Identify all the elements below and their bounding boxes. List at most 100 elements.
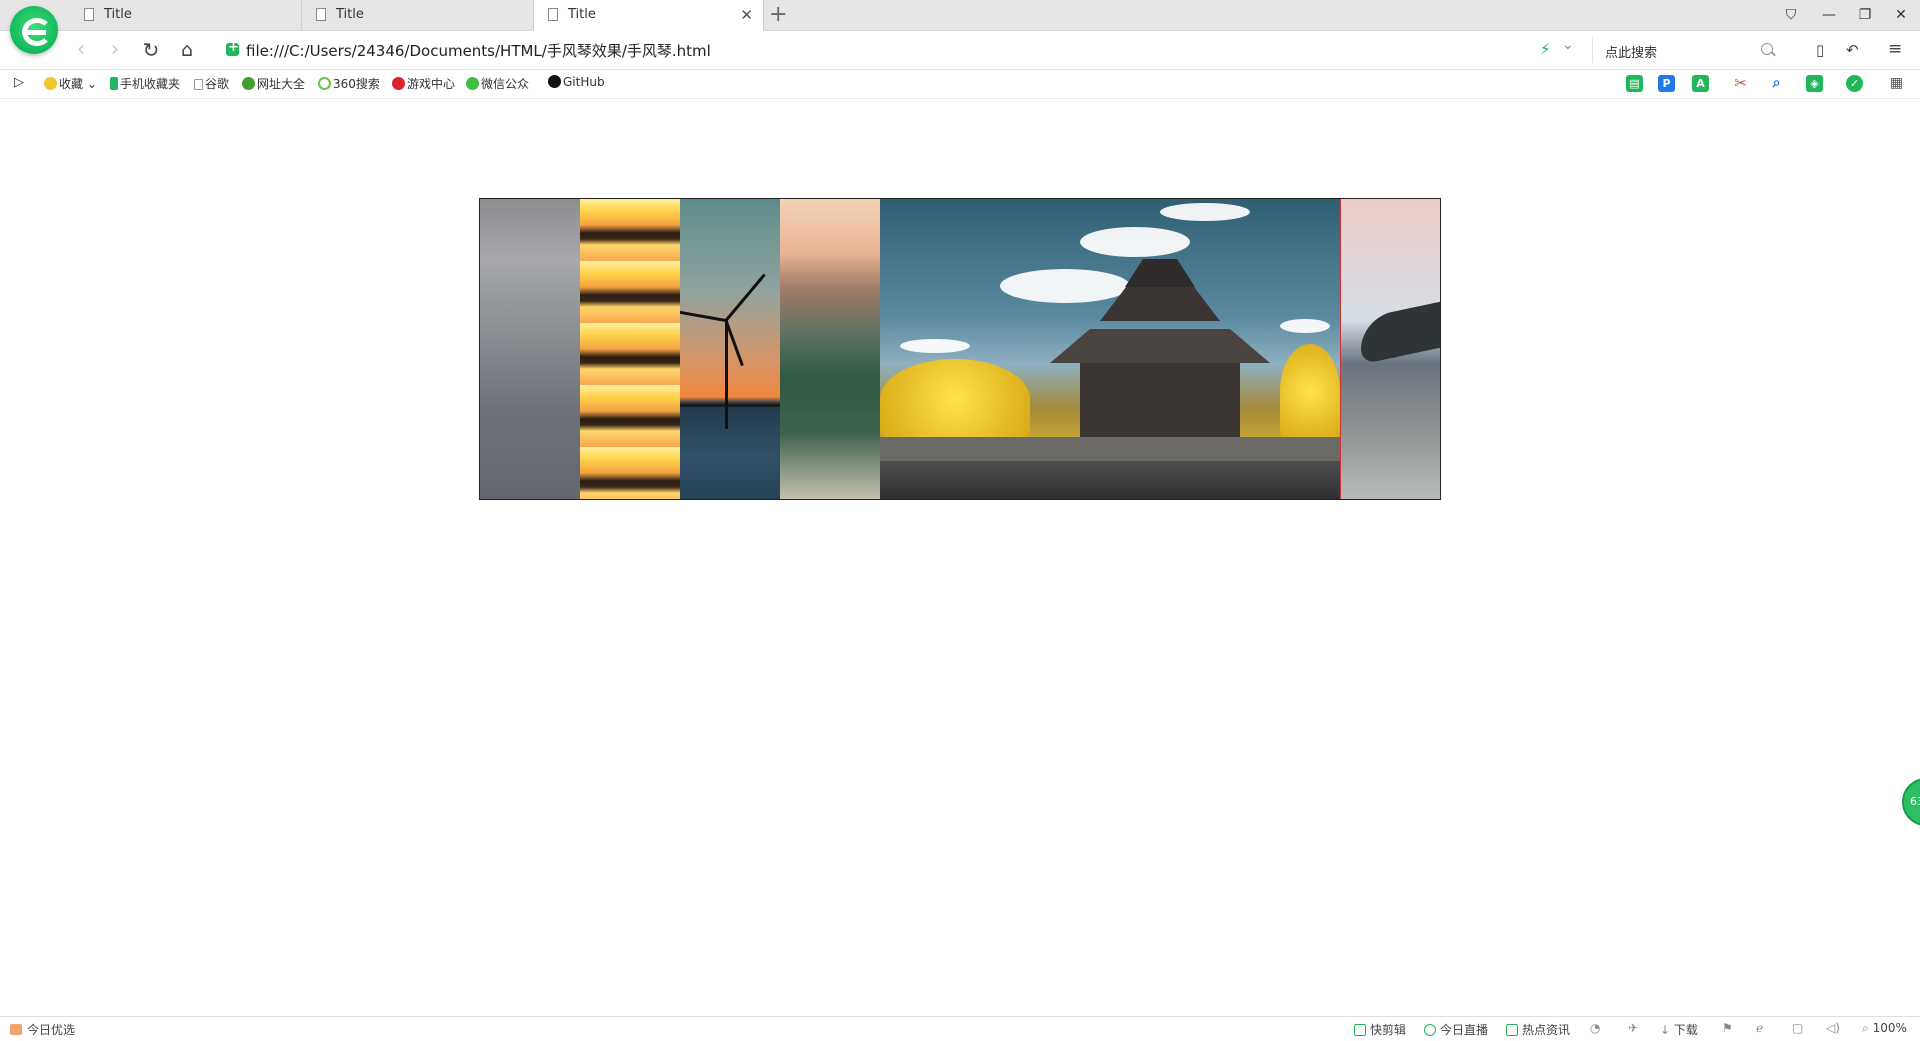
tab-title: Title (568, 7, 596, 22)
bookmark-label: 360搜索 (333, 77, 380, 91)
yellow-trees (1280, 344, 1340, 439)
daily-picks[interactable]: 今日优选 (10, 1021, 75, 1038)
badge-count: 63 (1910, 795, 1920, 808)
search-ring-icon (318, 77, 331, 90)
document-icon (316, 8, 326, 21)
skin-icon[interactable]: ⛉ (1776, 4, 1806, 26)
pin-icon[interactable]: ✈ (1628, 1021, 1638, 1035)
accordion-panel-mountain-forest[interactable] (780, 199, 880, 499)
minimize-button[interactable]: — (1814, 4, 1844, 26)
volume-icon[interactable]: ◁) (1826, 1021, 1840, 1035)
extensions-grid-icon[interactable]: ▦ (1888, 75, 1905, 92)
accordion-panel-wind-turbine[interactable] (680, 199, 780, 499)
turret-body (1080, 359, 1240, 439)
browser-logo-icon[interactable] (10, 6, 58, 54)
turret-roof (1050, 329, 1270, 363)
bookmark-favorites[interactable]: 收藏 ⌄ (44, 75, 97, 92)
chevron-down-icon[interactable]: ⌄ (1562, 37, 1574, 53)
news-icon (1506, 1024, 1518, 1036)
secure-page-icon (226, 40, 239, 56)
yellow-trees (880, 359, 1030, 439)
menu-icon[interactable]: ≡ (1888, 39, 1902, 59)
download-button[interactable]: ↓ 下载 (1660, 1021, 1698, 1038)
reload-button[interactable]: ↻ (138, 37, 164, 63)
search-input[interactable]: 点此搜索 (1592, 37, 1783, 63)
bookmark-sites[interactable]: 网址大全 (242, 75, 305, 92)
bookmark-360-search[interactable]: 360搜索 (318, 75, 380, 92)
zoom-level: 100% (1872, 1021, 1907, 1035)
bookmark-label: 收藏 (59, 77, 84, 91)
reading-mode-icon[interactable]: ▯ (1816, 41, 1824, 59)
sidebar-toggle-icon[interactable]: ▷ (14, 75, 24, 90)
bookmark-label: GitHub (563, 75, 605, 89)
new-tab-button[interactable]: + (769, 2, 787, 28)
gift-icon (10, 1024, 22, 1035)
bookmark-label: 微信公众 (481, 77, 530, 91)
bookmark-games[interactable]: 游戏中心 (392, 75, 455, 92)
turbine-blade (680, 310, 727, 322)
game-icon (392, 77, 405, 90)
moat-water (880, 461, 1340, 499)
close-window-button[interactable]: ✕ (1886, 4, 1916, 26)
palace-wall (880, 437, 1340, 461)
translate-extension-icon[interactable]: A (1692, 75, 1709, 92)
bookmark-label: 谷歌 (205, 77, 230, 91)
cloud (1160, 203, 1250, 221)
tab-2[interactable]: Title (302, 0, 534, 30)
window-icon[interactable]: ▢ (1792, 1021, 1803, 1035)
url-field[interactable]: file:///C:/Users/24346/Documents/HTML/手风… (220, 35, 1550, 65)
globe-icon (242, 77, 255, 90)
p-extension-icon[interactable]: P (1658, 75, 1675, 92)
search-extension-icon[interactable]: ⌕ (1768, 75, 1785, 92)
speed-mode-icon[interactable]: ⚡ (1540, 40, 1551, 58)
play-icon (1354, 1024, 1366, 1036)
status-label: 下载 (1673, 1023, 1698, 1037)
bookmark-google[interactable]: 谷歌 (194, 75, 229, 92)
accordion-panel-fighter-jet[interactable] (1340, 199, 1440, 499)
hot-news-button[interactable]: 热点资讯 (1506, 1021, 1570, 1038)
floating-assistant-badge[interactable]: 63 (1902, 778, 1920, 826)
bookmark-bar: ▷ 收藏 ⌄ 手机收藏夹 谷歌 网址大全 360搜索 游戏中心 微信公众 Git… (0, 70, 1920, 99)
restore-button[interactable]: ❐ (1850, 4, 1880, 26)
speedup-icon[interactable]: ◔ (1590, 1021, 1600, 1035)
bookmark-wechat[interactable]: 微信公众 (466, 75, 529, 92)
flag-icon[interactable]: ⚑ (1722, 1021, 1733, 1035)
turbine-blade (724, 273, 766, 322)
zoom-icon: ⌕ (1862, 1021, 1869, 1035)
accordion-panel-clouds[interactable] (480, 199, 580, 499)
bookmark-mobile[interactable]: 手机收藏夹 (110, 75, 180, 92)
accordion-gallery (479, 198, 1441, 500)
home-button[interactable]: ⌂ (174, 37, 200, 63)
reader-extension-icon[interactable]: ▤ (1626, 75, 1643, 92)
accordion-panel-sunset-blur[interactable] (580, 199, 680, 499)
horizon-line (680, 404, 780, 407)
cloud (900, 339, 970, 353)
github-icon (548, 75, 561, 88)
undo-close-icon[interactable]: ↶ (1846, 41, 1859, 59)
back-button[interactable]: ‹ (68, 37, 94, 63)
bookmark-label: 网址大全 (257, 77, 306, 91)
tab-1[interactable]: Title (70, 0, 302, 30)
game-extension-icon[interactable]: ◈ (1806, 75, 1823, 92)
quick-edit-button[interactable]: 快剪辑 (1354, 1021, 1406, 1038)
tab-3-active[interactable]: Title ✕ (534, 0, 764, 31)
live-today-button[interactable]: 今日直播 (1424, 1021, 1488, 1038)
bookmark-github[interactable]: GitHub (548, 75, 605, 89)
document-icon (194, 79, 203, 90)
search-placeholder: 点此搜索 (1605, 46, 1658, 61)
document-icon (548, 8, 558, 21)
fighter-jet-shape (1361, 299, 1440, 365)
url-text[interactable]: file:///C:/Users/24346/Documents/HTML/手风… (246, 40, 711, 61)
cloud (1280, 319, 1330, 333)
accordion-panel-forbidden-city-turret[interactable] (880, 199, 1340, 499)
bookmark-label: 游戏中心 (407, 77, 456, 91)
shield-icon[interactable]: ✓ (1846, 75, 1863, 92)
star-icon (44, 77, 57, 90)
ie-mode-icon[interactable]: ℯ (1756, 1021, 1763, 1035)
forward-button[interactable]: › (102, 37, 128, 63)
close-tab-icon[interactable]: ✕ (740, 0, 753, 30)
screenshot-scissors-icon[interactable]: ✂ (1732, 75, 1749, 92)
search-icon[interactable] (1761, 43, 1773, 55)
zoom-control[interactable]: ⌕ 100% (1862, 1021, 1907, 1036)
status-bar: 今日优选 快剪辑 今日直播 热点资讯 ◔ ✈ ↓ 下载 ⚑ ℯ ▢ ◁) ⌕ 1… (0, 1016, 1920, 1041)
